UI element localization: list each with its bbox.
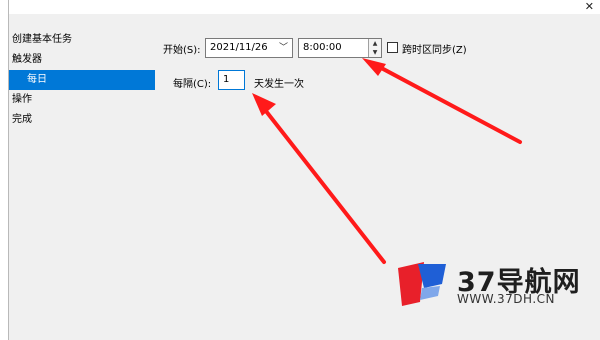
logo-mark-icon bbox=[398, 262, 446, 306]
watermark-logo: 37导航网 WWW.37DH.CN bbox=[394, 258, 594, 310]
watermark-url: WWW.37DH.CN bbox=[457, 292, 556, 306]
arrow-to-interval-input bbox=[252, 93, 386, 264]
arrow-to-time-field bbox=[362, 58, 522, 144]
